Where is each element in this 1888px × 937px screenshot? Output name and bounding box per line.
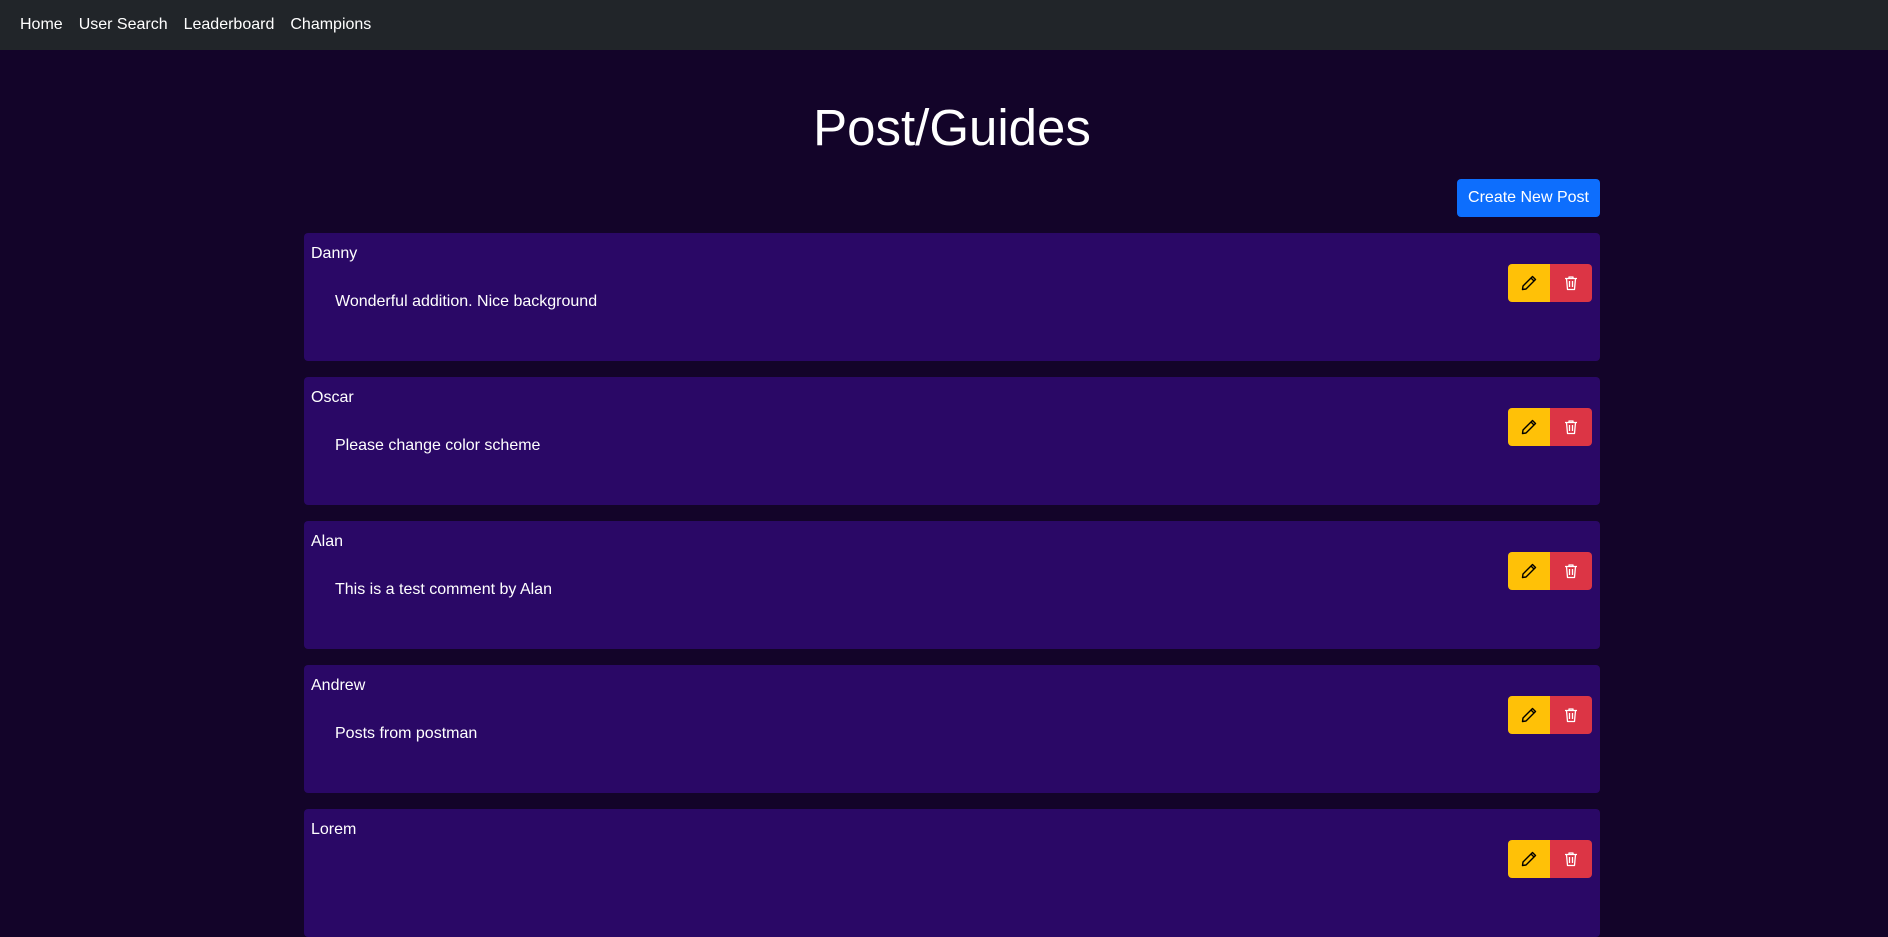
post-body: Please change color scheme [335, 437, 541, 454]
pencil-icon [1521, 419, 1537, 435]
pencil-icon [1521, 707, 1537, 723]
post-body: Posts from postman [335, 725, 478, 742]
edit-post-button[interactable] [1508, 696, 1550, 734]
create-new-post-button[interactable]: Create New Post [1457, 179, 1600, 217]
post-card: Alan This is a test comment by Alan [304, 521, 1600, 649]
nav-link-user-search[interactable]: User Search [79, 16, 168, 34]
delete-post-button[interactable] [1550, 408, 1592, 446]
post-author: Alan [311, 533, 344, 550]
delete-post-button[interactable] [1550, 264, 1592, 302]
edit-post-button[interactable] [1508, 840, 1550, 878]
post-card: Oscar Please change color scheme [304, 377, 1600, 505]
nav-link-champions[interactable]: Champions [290, 16, 371, 34]
delete-post-button[interactable] [1550, 552, 1592, 590]
edit-post-button[interactable] [1508, 408, 1550, 446]
top-navbar: Home User Search Leaderboard Champions [0, 0, 1888, 50]
edit-post-button[interactable] [1508, 552, 1550, 590]
post-author: Oscar [311, 389, 354, 406]
post-author: Andrew [311, 677, 366, 694]
pencil-icon [1521, 851, 1537, 867]
pencil-icon [1521, 563, 1537, 579]
post-body: Wonderful addition. Nice background [335, 293, 598, 310]
page-title: Post/Guides [813, 99, 1091, 156]
pencil-icon [1521, 275, 1537, 291]
nav-link-leaderboard[interactable]: Leaderboard [184, 16, 275, 34]
delete-post-button[interactable] [1550, 696, 1592, 734]
trash-icon [1563, 707, 1579, 723]
post-author: Danny [311, 245, 358, 262]
trash-icon [1563, 851, 1579, 867]
trash-icon [1563, 275, 1579, 291]
trash-icon [1563, 563, 1579, 579]
nav-link-home[interactable]: Home [20, 16, 63, 34]
post-card: Andrew Posts from postman [304, 665, 1600, 793]
trash-icon [1563, 419, 1579, 435]
post-author: Lorem [311, 821, 357, 838]
post-body: This is a test comment by Alan [335, 581, 552, 598]
post-card: Lorem [304, 809, 1600, 937]
delete-post-button[interactable] [1550, 840, 1592, 878]
post-card: Danny Wonderful addition. Nice backgroun… [304, 233, 1600, 361]
edit-post-button[interactable] [1508, 264, 1550, 302]
